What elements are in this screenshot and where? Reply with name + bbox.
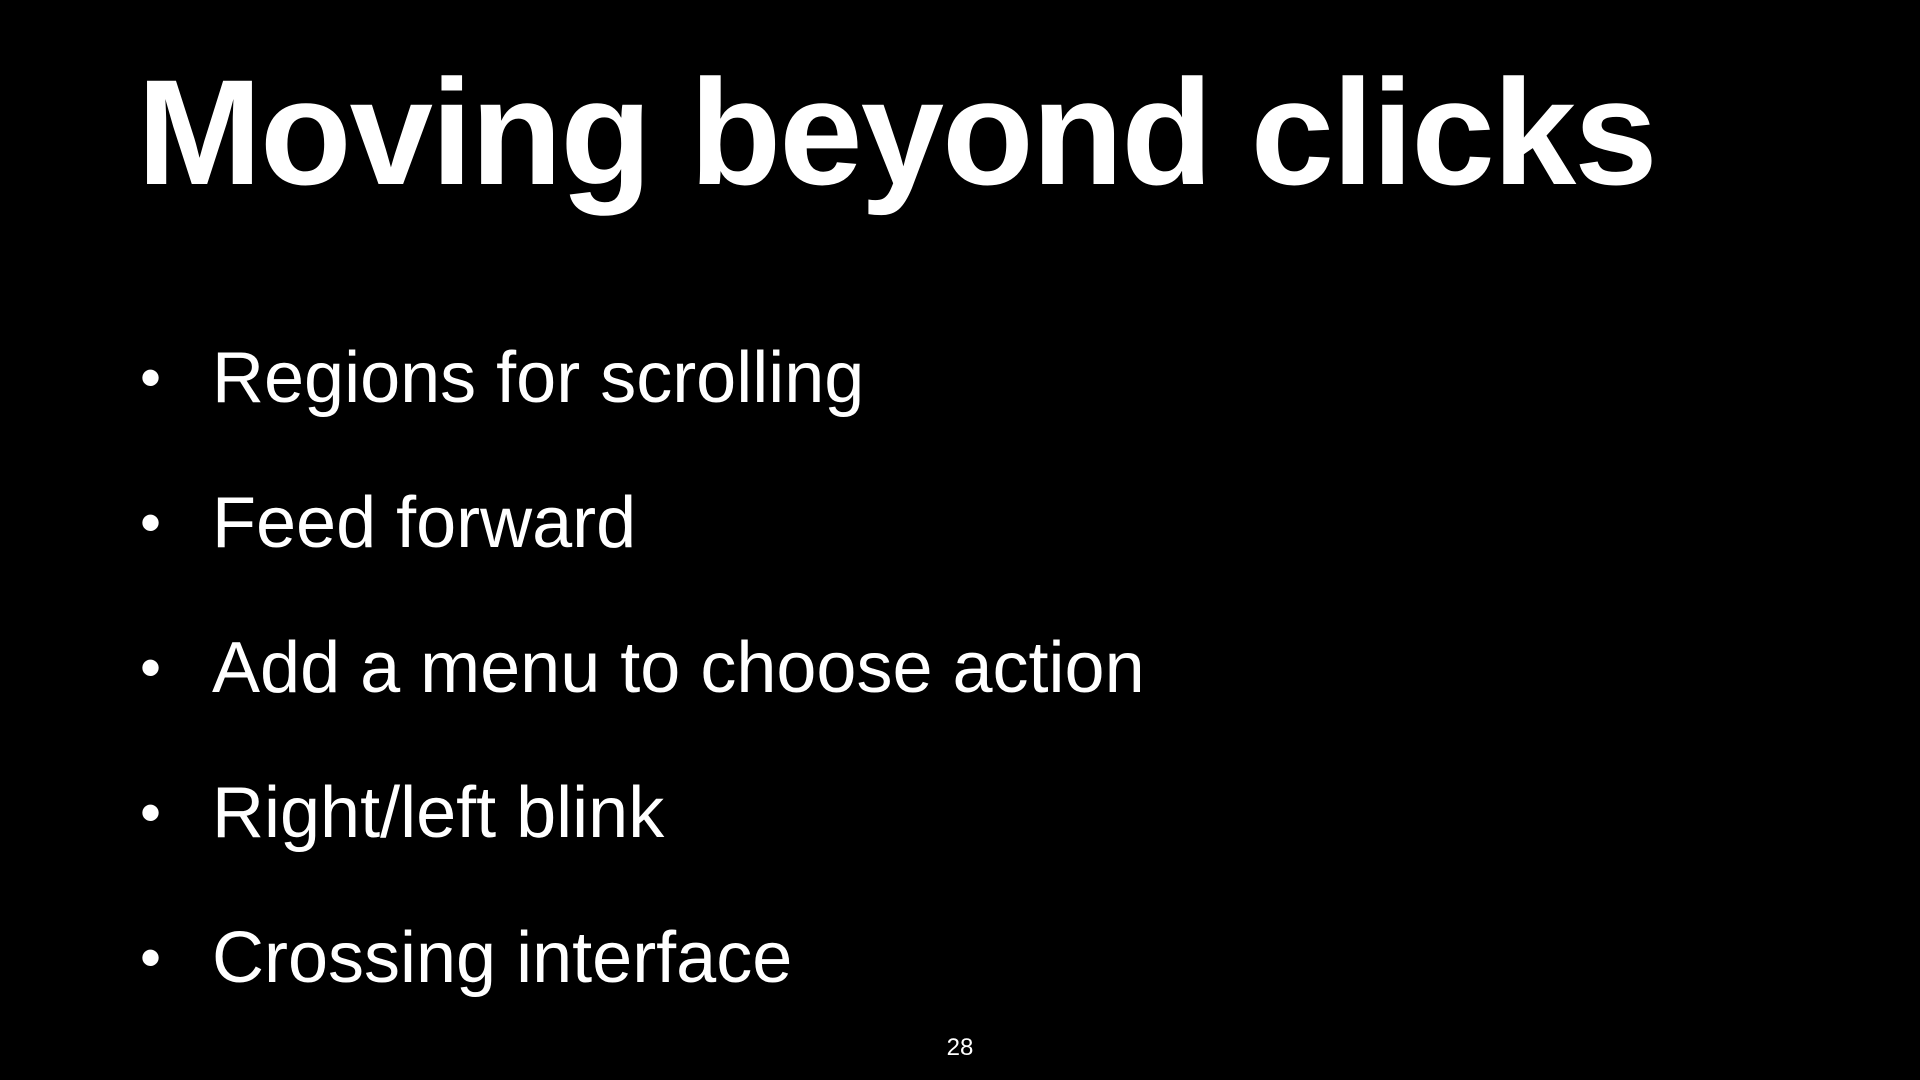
bullet-list: • Regions for scrolling • Feed forward •… xyxy=(140,305,1145,1030)
bullet-text: Add a menu to choose action xyxy=(212,627,1145,708)
bullet-text: Crossing interface xyxy=(212,917,793,998)
slide-title: Moving beyond clicks xyxy=(137,48,1658,216)
bullet-marker: • xyxy=(140,778,162,846)
bullet-item-add-menu: • Add a menu to choose action xyxy=(140,595,1145,740)
slide: Moving beyond clicks • Regions for scrol… xyxy=(0,0,1920,1080)
page-number: 28 xyxy=(946,1034,974,1061)
bullet-marker: • xyxy=(140,923,162,991)
bullet-item-right-left-blink: • Right/left blink xyxy=(140,740,1145,885)
bullet-marker: • xyxy=(140,633,162,701)
bullet-text: Right/left blink xyxy=(212,772,665,853)
bullet-marker: • xyxy=(140,488,162,556)
bullet-marker: • xyxy=(140,343,162,411)
bullet-text: Feed forward xyxy=(212,482,637,563)
bullet-item-regions-for-scrolling: • Regions for scrolling xyxy=(140,305,1145,450)
bullet-item-crossing-interface: • Crossing interface xyxy=(140,885,1145,1030)
bullet-text: Regions for scrolling xyxy=(212,337,865,418)
bullet-item-feed-forward: • Feed forward xyxy=(140,450,1145,595)
